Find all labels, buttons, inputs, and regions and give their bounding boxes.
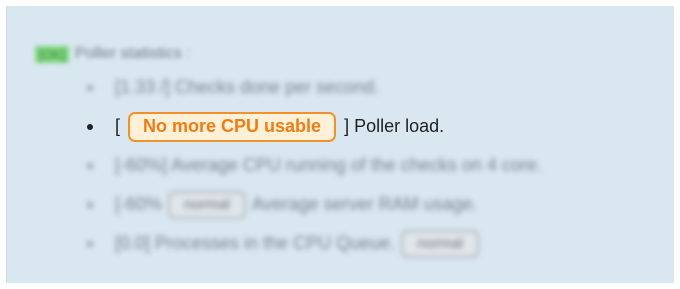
bullet-icon xyxy=(87,84,93,91)
poller-statistics-panel: [OK] Poller statistics : [1.33 /] Checks… xyxy=(6,6,674,283)
stat-text: [-60% xyxy=(115,194,163,214)
stat-poller-load: [ No more CPU usable ] Poller load. xyxy=(85,107,542,146)
open-bracket: [ xyxy=(115,116,121,136)
stat-average-ram: [-60% normal Average server RAM usage. xyxy=(85,185,542,224)
poller-stats-list: [1.33 /] Checks done per second. [ No mo… xyxy=(85,68,542,263)
bullet-icon xyxy=(87,240,93,247)
cpu-queue-status-badge: normal xyxy=(401,229,480,258)
stat-average-cpu: [-60%] Average CPU running of the checks… xyxy=(85,146,542,185)
stat-text: [1.33 /] Checks done per second. xyxy=(115,77,380,97)
ok-status-tag: [OK] xyxy=(35,45,70,63)
poller-load-status-badge: No more CPU usable xyxy=(128,111,337,142)
poller-statistics-title: Poller statistics : xyxy=(75,45,191,62)
bullet-icon xyxy=(87,123,93,130)
bullet-icon xyxy=(87,162,93,169)
ram-status-badge: normal xyxy=(168,190,246,219)
stat-text: [-60%] Average CPU running of the checks… xyxy=(115,155,542,175)
poller-load-label: ] Poller load. xyxy=(344,116,445,136)
bullet-icon xyxy=(87,201,93,208)
stat-checks-per-second: [1.33 /] Checks done per second. xyxy=(85,68,542,107)
stat-text: Average server RAM usage. xyxy=(251,194,478,214)
stat-cpu-queue: [0.0] Processes in the CPU Queue. normal xyxy=(85,224,542,263)
stat-text: [0.0] Processes in the CPU Queue. xyxy=(115,233,396,253)
poller-statistics-header: [OK] Poller statistics : xyxy=(35,44,191,64)
